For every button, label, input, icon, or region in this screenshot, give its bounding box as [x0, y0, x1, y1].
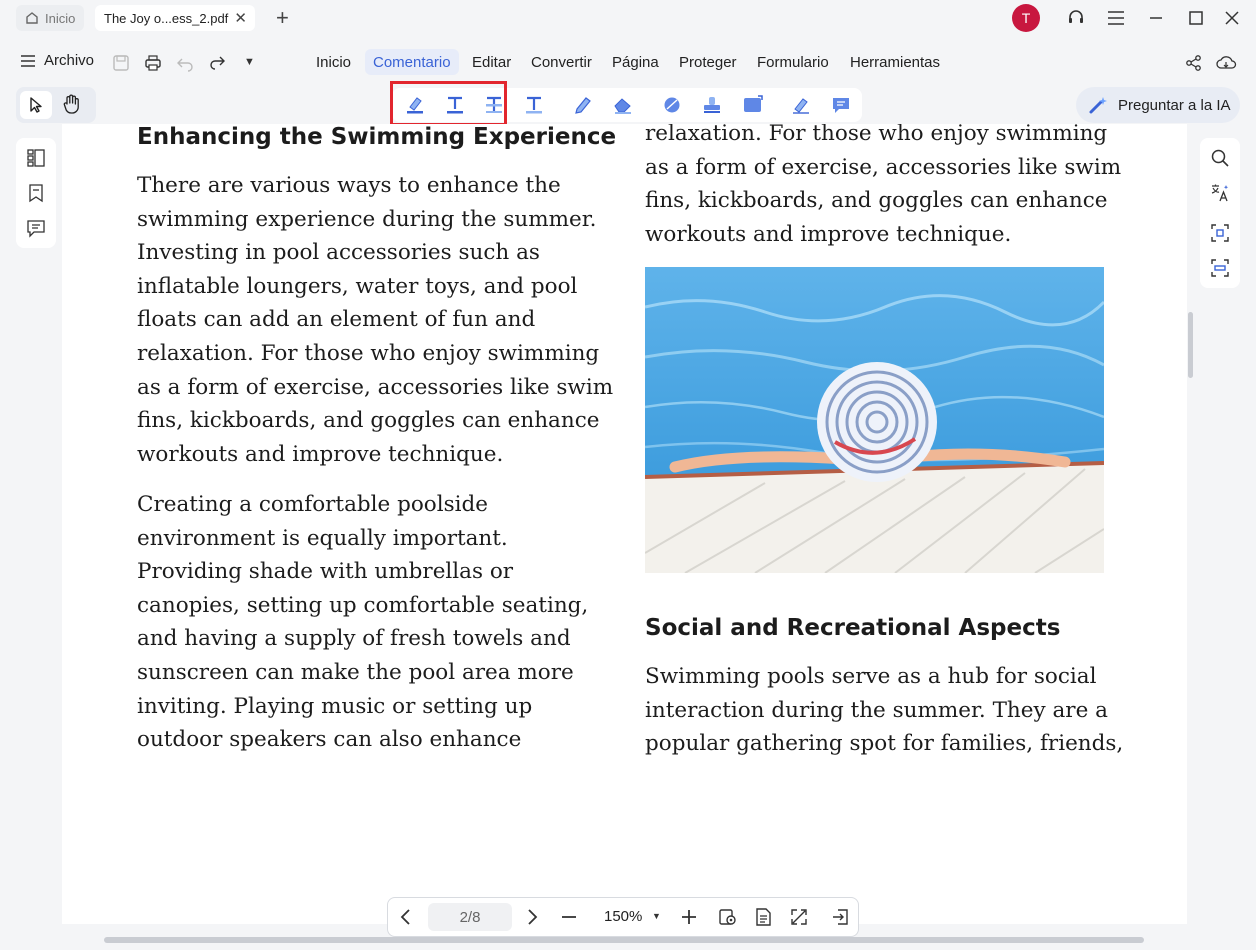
bookmark-icon[interactable] — [26, 183, 46, 208]
attachment-icon[interactable] — [742, 95, 764, 115]
document-page: Enhancing the Swimming Experience There … — [62, 124, 1187, 924]
cloud-icon[interactable] — [1215, 54, 1237, 77]
ask-ai-button[interactable]: Preguntar a la IA — [1076, 87, 1240, 123]
headset-icon[interactable] — [1064, 6, 1088, 30]
sign-icon[interactable] — [790, 95, 812, 115]
next-page-icon[interactable] — [524, 907, 540, 932]
right-sidebar — [1200, 138, 1240, 288]
new-tab-icon[interactable]: + — [276, 5, 289, 31]
shape-icon[interactable] — [661, 95, 683, 115]
cursor-icon — [30, 97, 42, 113]
right-heading: Social and Recreational Aspects — [645, 615, 1061, 641]
menu-editar[interactable]: Editar — [464, 49, 519, 75]
tab-home-label: Inicio — [45, 10, 76, 26]
page-layout-icon[interactable] — [754, 907, 774, 932]
avatar[interactable]: T — [1012, 4, 1040, 32]
menu-pagina[interactable]: Página — [604, 49, 667, 75]
ocr-icon[interactable] — [1210, 258, 1230, 283]
page-number-field[interactable]: 2/8 — [428, 903, 512, 931]
redo-icon[interactable] — [208, 54, 226, 77]
menu-herramientas[interactable]: Herramientas — [842, 49, 948, 75]
undo-icon[interactable] — [176, 54, 194, 77]
select-hand-toolbox — [16, 87, 96, 123]
archivo-menu[interactable]: Archivo — [20, 52, 94, 69]
read-mode-icon[interactable] — [718, 907, 738, 932]
close-window-icon[interactable] — [1220, 6, 1244, 30]
menu-convertir[interactable]: Convertir — [523, 49, 600, 75]
menu-proteger[interactable]: Proteger — [671, 49, 745, 75]
menu-formulario[interactable]: Formulario — [749, 49, 837, 75]
hamburger-icon — [21, 54, 35, 67]
quick-access-dropdown-icon[interactable]: ▼ — [244, 56, 255, 68]
translate-icon[interactable] — [1210, 183, 1230, 208]
save-icon[interactable] — [112, 54, 130, 77]
left-paragraph-2: Creating a comfortable poolside environm… — [137, 492, 589, 753]
note-icon[interactable] — [830, 95, 852, 115]
tab-document[interactable]: The Joy o...ess_2.pdf ✕ — [95, 5, 255, 31]
comments-icon[interactable] — [26, 218, 46, 243]
minimize-icon[interactable] — [1144, 6, 1168, 30]
right-paragraph: Swimming pools serve as a hub for social… — [645, 664, 1124, 757]
menu-icon[interactable] — [1104, 6, 1128, 30]
ask-ai-label: Preguntar a la IA — [1118, 96, 1231, 114]
eraser-icon[interactable] — [612, 95, 634, 115]
close-tab-icon[interactable]: ✕ — [234, 9, 247, 27]
horizontal-scrollbar[interactable] — [104, 937, 1144, 943]
search-icon[interactable] — [1210, 148, 1230, 173]
zoom-in-icon[interactable] — [680, 908, 698, 931]
pool-photo — [645, 267, 1104, 573]
tab-home[interactable]: Inicio — [16, 5, 84, 31]
vertical-scrollbar[interactable] — [1188, 312, 1193, 378]
prev-page-icon[interactable] — [398, 907, 414, 932]
zoom-out-icon[interactable] — [560, 908, 578, 931]
select-tool-button[interactable] — [20, 91, 52, 119]
left-heading: Enhancing the Swimming Experience — [137, 124, 617, 150]
text-icon[interactable] — [523, 95, 545, 115]
exit-icon[interactable] — [830, 907, 850, 932]
hand-icon — [63, 94, 79, 114]
menu-inicio[interactable]: Inicio — [308, 49, 359, 75]
fullscreen-icon[interactable] — [789, 907, 809, 932]
menu-comentario[interactable]: Comentario — [365, 49, 459, 75]
crop-icon[interactable] — [1210, 223, 1230, 248]
thumbnails-icon[interactable] — [26, 148, 46, 173]
archivo-label: Archivo — [44, 52, 95, 69]
stamp-icon[interactable] — [701, 95, 723, 115]
zoom-level[interactable]: 150% — [604, 908, 642, 925]
zoom-dropdown-icon[interactable]: ▼ — [652, 911, 661, 921]
left-sidebar — [16, 138, 56, 248]
ai-sparkle-icon — [1089, 97, 1107, 114]
annotation-highlight-box — [390, 81, 507, 126]
home-icon — [26, 12, 38, 24]
left-paragraph-1: There are various ways to enhance the sw… — [137, 173, 614, 467]
tab-document-label: The Joy o...ess_2.pdf — [104, 10, 229, 26]
share-icon[interactable] — [1185, 54, 1203, 77]
page-navigation-bar: 2/8 150% ▼ — [387, 897, 859, 937]
maximize-icon[interactable] — [1184, 6, 1208, 30]
pencil-icon[interactable] — [572, 95, 594, 115]
right-top-paragraph: relaxation. For those who enjoy swimming… — [645, 124, 1122, 247]
hand-tool-button[interactable] — [62, 93, 86, 117]
print-icon[interactable] — [144, 54, 162, 77]
